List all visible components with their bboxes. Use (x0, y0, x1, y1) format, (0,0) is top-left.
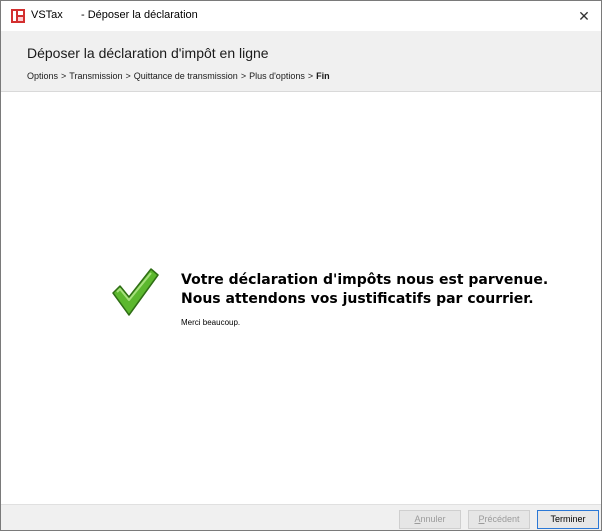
success-message-line2: Nous attendons vos justificatifs par cou… (181, 291, 534, 307)
breadcrumb-item-transmission: Transmission (69, 71, 123, 81)
title-bar: VSTax - Déposer la déclaration ✕ (1, 1, 601, 31)
app-name: VSTax (31, 9, 63, 21)
breadcrumb-item-fin: Fin (316, 71, 330, 81)
page-title: Déposer la déclaration d'impôt en ligne (27, 45, 269, 61)
thanks-text: Merci beaucoup. (181, 318, 241, 327)
wizard-header: Déposer la déclaration d'impôt en ligne … (1, 31, 601, 92)
cancel-button[interactable]: Annuler (399, 510, 461, 529)
cancel-label: nnuler (420, 514, 446, 524)
dialog-window: VSTax - Déposer la déclaration ✕ Déposer… (0, 0, 602, 531)
previous-button[interactable]: Précédent (468, 510, 530, 529)
close-icon: ✕ (578, 8, 590, 24)
check-icon (112, 268, 159, 316)
breadcrumb-item-plus-options: Plus d'options (249, 71, 305, 81)
finish-button[interactable]: Terminer (537, 510, 599, 529)
window-title: - Déposer la déclaration (81, 9, 198, 21)
vstax-app-icon (11, 9, 25, 23)
previous-label: récédent (484, 514, 520, 524)
breadcrumb-separator: > (125, 71, 131, 81)
breadcrumb-item-quittance: Quittance de transmission (133, 71, 238, 81)
breadcrumb-item-options: Options (27, 71, 59, 81)
breadcrumb-separator: > (61, 71, 67, 81)
close-button[interactable]: ✕ (573, 5, 595, 27)
breadcrumb-separator: > (240, 71, 247, 81)
success-message: Votre déclaration d'impôts nous est parv… (181, 271, 548, 309)
breadcrumb-separator: > (307, 71, 314, 81)
breadcrumb: Options > Transmission > Quittance de transm… (27, 71, 330, 81)
button-bar: Annuler Précédent Terminer (1, 504, 601, 530)
success-message-line1: Votre déclaration d'impôts nous est parv… (181, 272, 549, 288)
